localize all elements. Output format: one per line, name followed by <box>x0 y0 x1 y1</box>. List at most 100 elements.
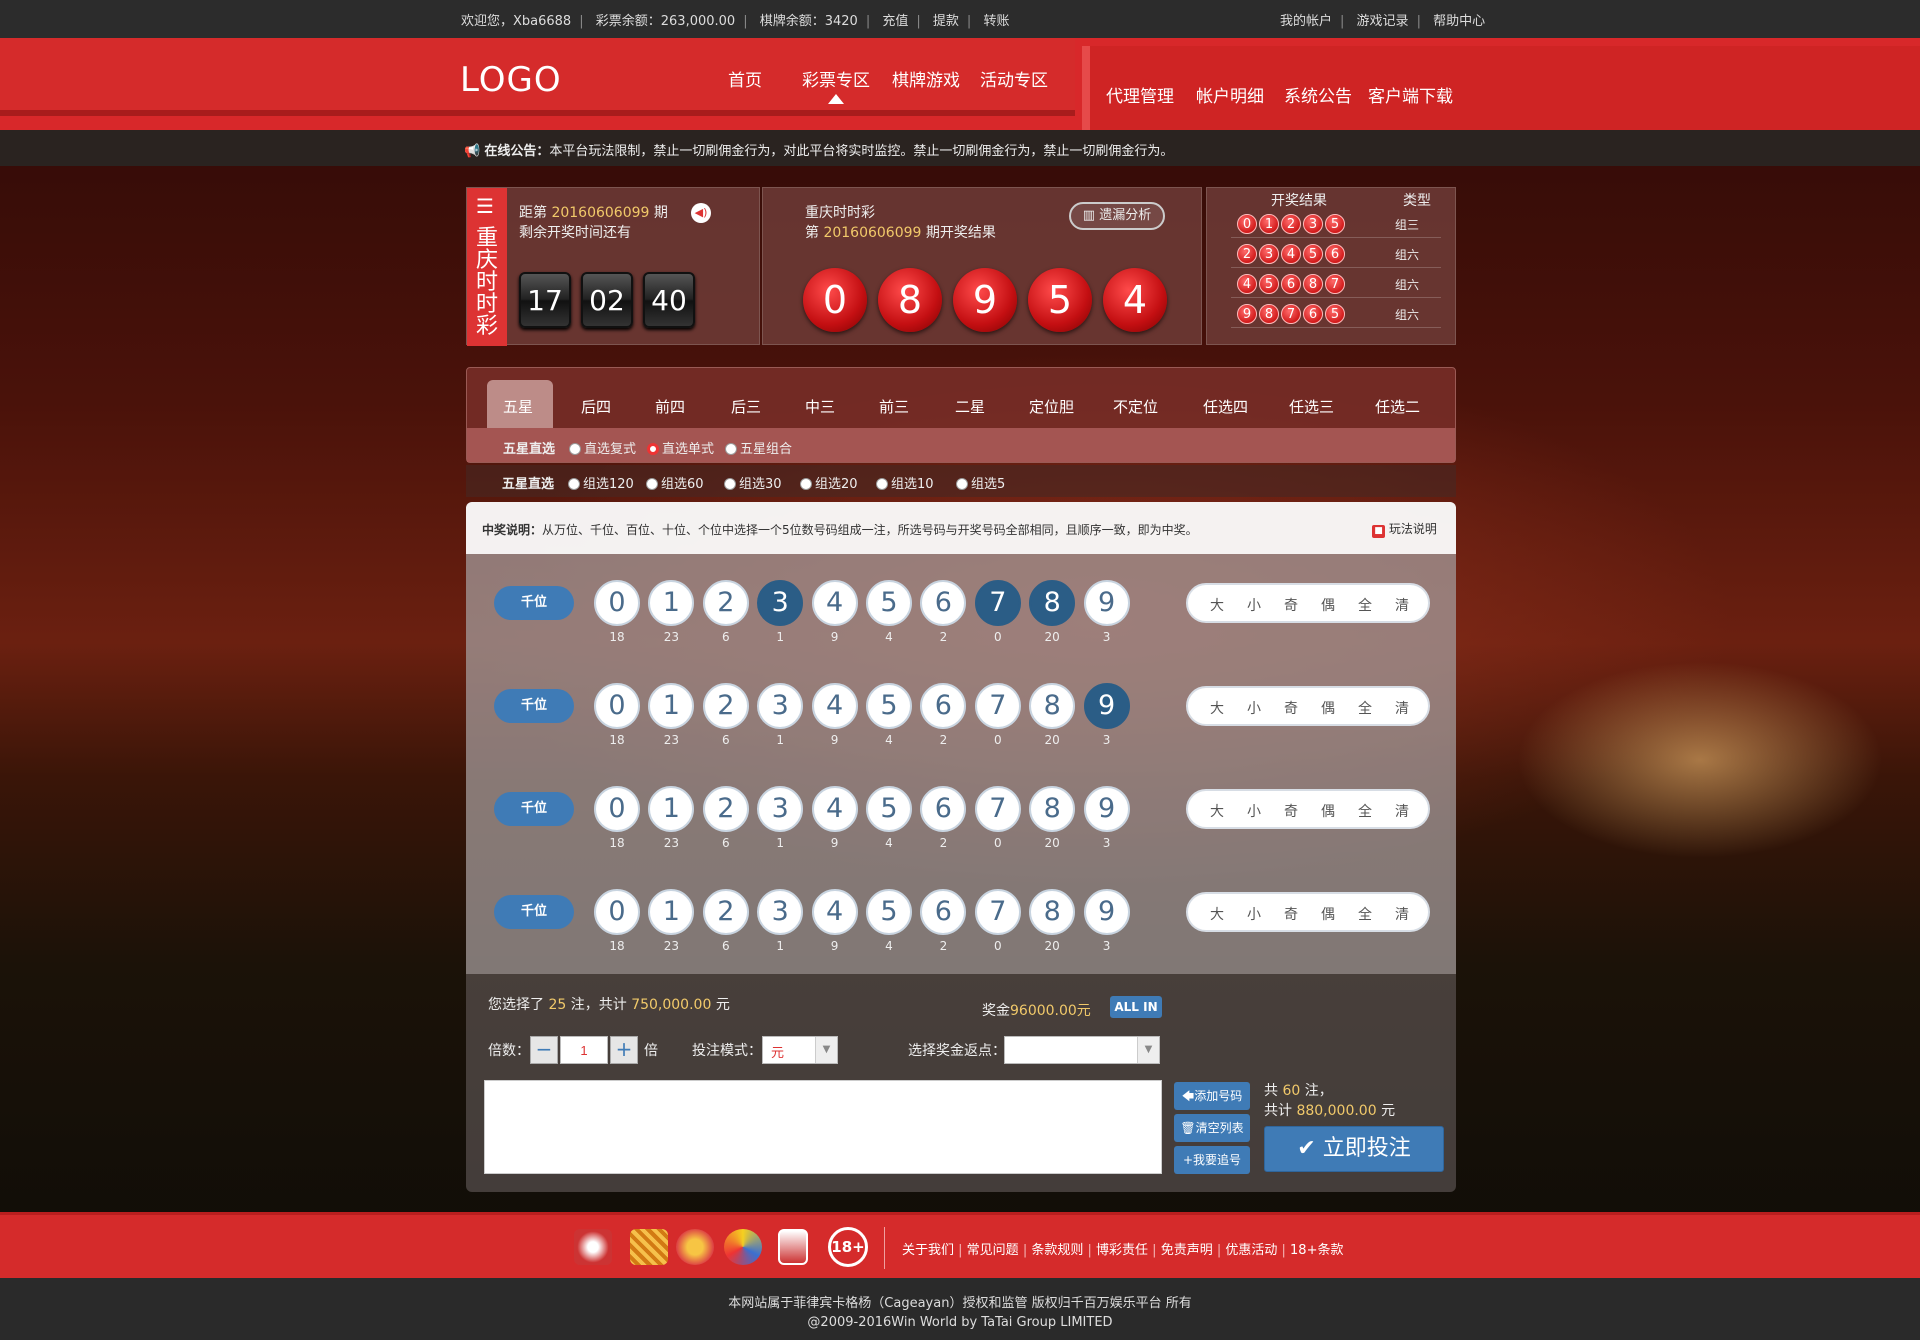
quick-select-button[interactable]: 清 <box>1395 801 1409 821</box>
footer-link[interactable]: 关于我们 <box>902 1243 954 1258</box>
tab-8[interactable]: 不定位 <box>1113 396 1158 417</box>
subtype-option[interactable]: 直选复式 <box>569 438 636 457</box>
quick-select-button[interactable]: 偶 <box>1321 904 1335 924</box>
bet-list-textarea[interactable] <box>484 1080 1162 1174</box>
number-ball[interactable]: 7 <box>974 683 1021 729</box>
add-number-button[interactable]: 🡄添加号码 <box>1174 1082 1250 1110</box>
quick-select-button[interactable]: 清 <box>1395 904 1409 924</box>
number-ball[interactable]: 3 <box>757 889 804 935</box>
number-ball[interactable]: 4 <box>811 889 858 935</box>
number-ball[interactable]: 6 <box>920 889 967 935</box>
number-ball[interactable]: 9 <box>1083 683 1130 729</box>
number-ball[interactable]: 6 <box>920 580 967 626</box>
number-ball[interactable]: 1 <box>648 889 695 935</box>
quick-select-button[interactable]: 小 <box>1247 698 1261 718</box>
number-ball[interactable]: 6 <box>920 683 967 729</box>
nav-home[interactable]: 首页 <box>728 66 762 91</box>
tab-5[interactable]: 前三 <box>879 396 909 417</box>
tab-9[interactable]: 任选四 <box>1203 396 1248 417</box>
withdraw-link[interactable]: 提款 <box>933 14 959 29</box>
tab-3[interactable]: 后三 <box>731 396 761 417</box>
sound-icon[interactable]: ◀) <box>691 203 711 223</box>
all-in-button[interactable]: ALL IN <box>1110 996 1162 1018</box>
tab-4[interactable]: 中三 <box>805 396 835 417</box>
number-ball[interactable]: 3 <box>757 786 804 832</box>
number-ball[interactable]: 4 <box>811 683 858 729</box>
tab-2[interactable]: 前四 <box>655 396 685 417</box>
footer-link[interactable]: 免责声明 <box>1161 1243 1213 1258</box>
quick-select-button[interactable]: 小 <box>1247 801 1261 821</box>
footer-link[interactable]: 条款规则 <box>1031 1243 1083 1258</box>
nav-announcement[interactable]: 系统公告 <box>1284 82 1352 107</box>
number-ball[interactable]: 9 <box>1083 580 1130 626</box>
number-ball[interactable]: 7 <box>974 580 1021 626</box>
list-icon[interactable]: ☰ <box>476 194 494 218</box>
nav-client-download[interactable]: 客户端下载 <box>1368 82 1453 107</box>
number-ball[interactable]: 7 <box>974 786 1021 832</box>
analysis-button[interactable]: ▥ 遗漏分析 <box>1069 202 1165 230</box>
tab-10[interactable]: 任选三 <box>1289 396 1334 417</box>
number-ball[interactable]: 0 <box>594 683 640 729</box>
number-ball[interactable]: 6 <box>920 786 967 832</box>
quick-select-button[interactable]: 全 <box>1358 595 1372 615</box>
number-ball[interactable]: 1 <box>648 683 695 729</box>
number-ball[interactable]: 2 <box>702 580 749 626</box>
subtype-option[interactable]: 组选5 <box>956 473 1005 492</box>
subtype-option[interactable]: 五星组合 <box>725 438 792 457</box>
number-ball[interactable]: 2 <box>702 683 749 729</box>
quick-select-button[interactable]: 偶 <box>1321 698 1335 718</box>
quick-select-button[interactable]: 偶 <box>1321 801 1335 821</box>
number-ball[interactable]: 3 <box>757 580 804 626</box>
number-ball[interactable]: 5 <box>866 580 912 626</box>
chase-number-button[interactable]: +我要追号 <box>1174 1146 1250 1174</box>
number-ball[interactable]: 8 <box>1029 786 1076 832</box>
quick-select-button[interactable]: 奇 <box>1284 904 1298 924</box>
footer-link[interactable]: 常见问题 <box>967 1243 1019 1258</box>
quick-select-button[interactable]: 全 <box>1358 698 1372 718</box>
submit-bet-button[interactable]: ✔ 立即投注 <box>1264 1126 1444 1172</box>
my-account-link[interactable]: 我的帐户 <box>1280 14 1332 29</box>
footer-link[interactable]: 18+条款 <box>1290 1243 1343 1258</box>
number-ball[interactable]: 7 <box>974 889 1021 935</box>
number-ball[interactable]: 1 <box>648 786 695 832</box>
quick-select-button[interactable]: 偶 <box>1321 595 1335 615</box>
rebate-select[interactable]: ▼ <box>1004 1036 1160 1064</box>
quick-select-button[interactable]: 小 <box>1247 595 1261 615</box>
number-ball[interactable]: 0 <box>594 786 640 832</box>
number-ball[interactable]: 5 <box>866 889 912 935</box>
number-ball[interactable]: 8 <box>1029 683 1076 729</box>
subtype-option[interactable]: 组选30 <box>724 473 782 492</box>
number-ball[interactable]: 0 <box>594 889 640 935</box>
tab-0[interactable]: 五星 <box>503 396 533 417</box>
minus-button[interactable]: − <box>530 1036 558 1064</box>
quick-select-button[interactable]: 大 <box>1210 698 1224 718</box>
number-ball[interactable]: 4 <box>811 580 858 626</box>
subtype-option[interactable]: 组选60 <box>646 473 704 492</box>
mode-select[interactable]: 元 ▼ <box>762 1036 838 1064</box>
rules-link[interactable]: ■ 玩法说明 <box>1372 520 1437 538</box>
multiplier-input[interactable] <box>560 1036 608 1064</box>
recharge-link[interactable]: 充值 <box>882 14 908 29</box>
clear-list-button[interactable]: 🗑清空列表 <box>1174 1114 1250 1142</box>
footer-link[interactable]: 博彩责任 <box>1096 1243 1148 1258</box>
game-records-link[interactable]: 游戏记录 <box>1357 14 1409 29</box>
tab-7[interactable]: 定位胆 <box>1029 396 1074 417</box>
nav-chess[interactable]: 棋牌游戏 <box>892 66 960 91</box>
number-ball[interactable]: 9 <box>1083 786 1130 832</box>
quick-select-button[interactable]: 大 <box>1210 801 1224 821</box>
nav-lottery[interactable]: 彩票专区 <box>802 66 870 91</box>
number-ball[interactable]: 0 <box>594 580 640 626</box>
number-ball[interactable]: 9 <box>1083 889 1130 935</box>
subtype-option[interactable]: 组选10 <box>876 473 934 492</box>
number-ball[interactable]: 5 <box>866 683 912 729</box>
number-ball[interactable]: 8 <box>1029 580 1076 626</box>
nav-agent[interactable]: 代理管理 <box>1106 82 1174 107</box>
tab-11[interactable]: 任选二 <box>1375 396 1420 417</box>
tab-6[interactable]: 二星 <box>955 396 985 417</box>
tab-1[interactable]: 后四 <box>581 396 611 417</box>
number-ball[interactable]: 2 <box>702 786 749 832</box>
quick-select-button[interactable]: 奇 <box>1284 801 1298 821</box>
quick-select-button[interactable]: 全 <box>1358 904 1372 924</box>
number-ball[interactable]: 8 <box>1029 889 1076 935</box>
quick-select-button[interactable]: 大 <box>1210 904 1224 924</box>
